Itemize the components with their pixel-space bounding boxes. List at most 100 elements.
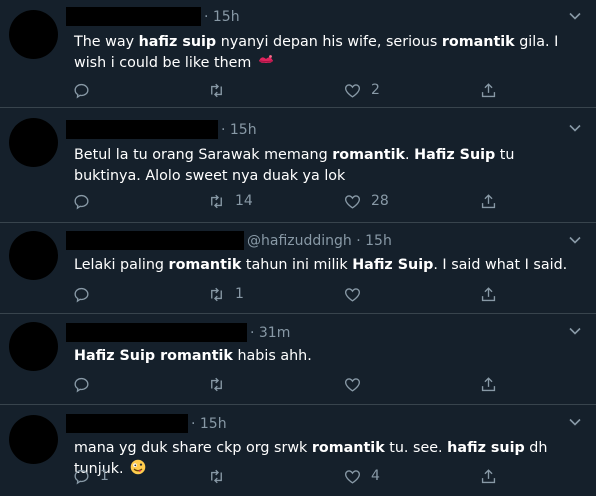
retweet-button[interactable] bbox=[207, 80, 235, 100]
share-icon bbox=[481, 376, 496, 391]
like-button[interactable] bbox=[343, 284, 371, 304]
reply-icon bbox=[74, 469, 89, 484]
tweet-text-segment: . bbox=[405, 147, 415, 163]
kiss-mark-emoji-icon bbox=[258, 55, 273, 63]
tweet-text-keyword: romantik bbox=[311, 440, 385, 456]
retweet-icon bbox=[211, 377, 222, 391]
tweet-text-segment: The way bbox=[74, 34, 139, 50]
tweet-actions: 2 bbox=[72, 80, 512, 100]
tweet[interactable]: · 15h mana yg duk share ckp org srwk rom… bbox=[0, 405, 596, 496]
avatar[interactable] bbox=[9, 231, 58, 280]
tweet-text: The way hafiz suip nyanyi depan his wife… bbox=[74, 32, 574, 74]
share-button[interactable] bbox=[479, 80, 498, 100]
reply-button[interactable] bbox=[72, 80, 100, 100]
like-count: 28 bbox=[371, 193, 389, 209]
tweet-text: Betul la tu orang Sarawak memang romanti… bbox=[74, 145, 574, 187]
redacted-name bbox=[66, 120, 218, 139]
chevron-down-icon[interactable] bbox=[568, 324, 582, 338]
share-icon bbox=[481, 286, 496, 301]
tweet-actions: 14 28 bbox=[72, 191, 512, 211]
chevron-down-icon[interactable] bbox=[568, 415, 582, 429]
like-button[interactable]: 4 bbox=[343, 466, 380, 486]
tweet-text-segment: Lelaki paling bbox=[74, 257, 169, 273]
heart-icon bbox=[345, 83, 360, 98]
retweet-icon bbox=[211, 83, 222, 97]
tweet-actions bbox=[72, 374, 512, 394]
chevron-down-icon[interactable] bbox=[568, 121, 582, 135]
tweet-actions: 1 bbox=[72, 284, 512, 304]
share-button[interactable] bbox=[479, 284, 498, 304]
tweet-time[interactable]: · 15h bbox=[191, 415, 227, 434]
retweet-button[interactable]: 1 bbox=[207, 284, 244, 304]
retweet-button[interactable] bbox=[207, 466, 235, 486]
chevron-down-icon[interactable] bbox=[568, 233, 582, 247]
tweet-time[interactable]: · 31m bbox=[250, 324, 290, 343]
tweet[interactable]: · 31m Hafiz Suip romantik habis ahh. bbox=[0, 314, 596, 405]
tweet-text-segment: tu. see. bbox=[384, 440, 448, 456]
heart-icon bbox=[345, 194, 360, 209]
share-button[interactable] bbox=[479, 466, 498, 486]
heart-icon bbox=[345, 377, 360, 392]
tweet-handle[interactable]: @hafizuddingh bbox=[247, 233, 352, 249]
chevron-down-icon[interactable] bbox=[568, 9, 582, 23]
tweet-time[interactable]: · 15h bbox=[204, 8, 240, 27]
retweet-button[interactable] bbox=[207, 374, 235, 394]
like-count: 4 bbox=[371, 468, 380, 484]
avatar[interactable] bbox=[9, 10, 58, 59]
tweet-text-keyword: romantik bbox=[332, 147, 406, 163]
tweet-text-keyword: romantik bbox=[168, 257, 242, 273]
reply-button[interactable]: 1 bbox=[72, 466, 109, 486]
tweet-text: Hafiz Suip romantik habis ahh. bbox=[74, 346, 574, 367]
redacted-name bbox=[66, 7, 201, 26]
retweet-count: 14 bbox=[235, 193, 253, 209]
tweet-text-keyword: romantik bbox=[441, 34, 515, 50]
tweet-text-segment: Betul la tu orang Sarawak memang bbox=[74, 147, 333, 163]
avatar[interactable] bbox=[9, 322, 58, 371]
tweet-text-keyword: Hafiz Suip romantik bbox=[74, 348, 233, 364]
redacted-name bbox=[66, 323, 247, 342]
share-button[interactable] bbox=[479, 374, 498, 394]
tweet-text-segment: tahun ini milik bbox=[241, 257, 353, 273]
tweet-time[interactable]: · 15h bbox=[356, 233, 392, 249]
share-icon bbox=[481, 193, 496, 208]
retweet-icon bbox=[211, 287, 222, 301]
tweet-text-keyword: hafiz suip bbox=[447, 440, 525, 456]
reply-button[interactable] bbox=[72, 284, 100, 304]
reply-button[interactable] bbox=[72, 374, 100, 394]
tweet-text-segment: . I said what I said. bbox=[433, 257, 568, 273]
share-icon bbox=[481, 468, 496, 483]
tweet[interactable]: · 15h The way hafiz suip nyanyi depan hi… bbox=[0, 0, 596, 108]
retweet-icon bbox=[211, 469, 222, 483]
reply-count: 1 bbox=[100, 468, 109, 484]
share-button[interactable] bbox=[479, 191, 498, 211]
retweet-count: 1 bbox=[235, 286, 244, 302]
reply-icon bbox=[74, 287, 89, 302]
tweet[interactable]: @hafizuddingh · 15h Lelaki paling romant… bbox=[0, 223, 596, 314]
avatar[interactable] bbox=[9, 415, 58, 464]
heart-icon bbox=[345, 469, 360, 484]
tweet-text: Lelaki paling romantik tahun ini milik H… bbox=[74, 255, 574, 276]
redacted-name bbox=[66, 231, 244, 250]
tweet-text-keyword: hafiz suip bbox=[138, 34, 217, 50]
tweet-text-keyword: Hafiz Suip bbox=[414, 147, 496, 163]
like-button[interactable] bbox=[343, 374, 371, 394]
like-button[interactable]: 28 bbox=[343, 191, 389, 211]
share-icon bbox=[481, 82, 496, 97]
like-button[interactable]: 2 bbox=[343, 80, 380, 100]
reply-button[interactable] bbox=[72, 191, 100, 211]
retweet-button[interactable]: 14 bbox=[207, 191, 253, 211]
tweet-text-keyword: Hafiz Suip bbox=[352, 257, 434, 273]
tweet-actions: 1 4 bbox=[72, 466, 512, 486]
tweet[interactable]: · 15h Betul la tu orang Sarawak memang r… bbox=[0, 108, 596, 223]
tweet-text-segment: mana yg duk share ckp org srwk bbox=[74, 440, 312, 456]
retweet-icon bbox=[211, 194, 222, 208]
reply-icon bbox=[74, 377, 89, 392]
reply-icon bbox=[74, 83, 89, 98]
redacted-name bbox=[66, 414, 188, 433]
reply-icon bbox=[74, 194, 89, 209]
tweet-handle-time[interactable]: @hafizuddingh · 15h bbox=[247, 232, 392, 251]
tweet-text-segment: habis ahh. bbox=[232, 348, 312, 364]
avatar[interactable] bbox=[9, 118, 58, 167]
like-count: 2 bbox=[371, 82, 380, 98]
tweet-time[interactable]: · 15h bbox=[221, 121, 257, 140]
